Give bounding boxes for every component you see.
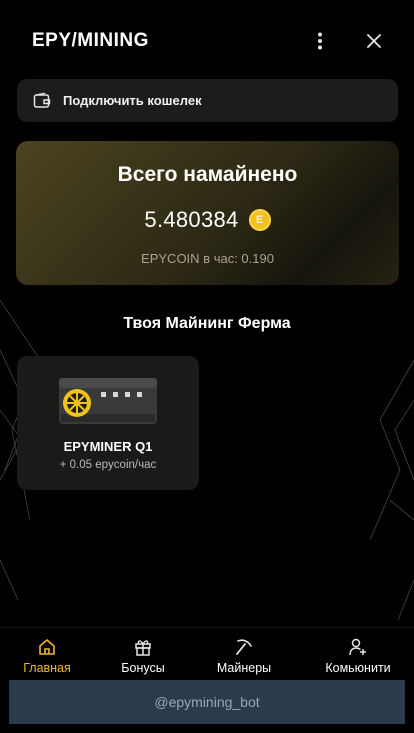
home-icon bbox=[37, 637, 57, 657]
miner-card[interactable]: EPYMINER Q1 + 0.05 epycoin/час bbox=[17, 356, 199, 490]
close-button[interactable] bbox=[360, 27, 388, 55]
miner-rate: + 0.05 epycoin/час bbox=[59, 459, 157, 471]
miner-name: EPYMINER Q1 bbox=[63, 439, 153, 454]
bot-username: @epymining_bot bbox=[154, 694, 260, 710]
nav-label-miners: Майнеры bbox=[216, 661, 272, 675]
total-mined-card: Всего намайнено 5.480384 E EPYCOIN в час… bbox=[16, 141, 399, 285]
app-header: EPY/MINING bbox=[0, 0, 414, 80]
total-mined-title: Всего намайнено bbox=[117, 163, 298, 186]
wallet-icon bbox=[32, 91, 52, 111]
nav-label-home: Главная bbox=[23, 661, 71, 675]
nav-label-bonuses: Бонусы bbox=[121, 661, 165, 675]
nav-item-home[interactable]: Главная bbox=[12, 628, 82, 681]
hourly-rate-text: EPYCOIN в час: 0.190 bbox=[141, 251, 274, 266]
close-icon bbox=[367, 34, 381, 48]
more-menu-button[interactable] bbox=[306, 27, 334, 55]
total-mined-value: 5.480384 bbox=[144, 207, 239, 232]
connect-wallet-button[interactable]: Подключить кошелек bbox=[17, 79, 398, 122]
epycoin-icon: E bbox=[248, 209, 271, 231]
connect-wallet-label: Подключить кошелек bbox=[63, 93, 202, 108]
bot-username-bar[interactable]: @epymining_bot bbox=[9, 680, 405, 724]
mining-farm-title: Твоя Майнинг Ферма bbox=[123, 315, 291, 332]
nav-item-community[interactable]: Комьюнити bbox=[320, 628, 396, 681]
asic-miner-image bbox=[59, 378, 157, 424]
bottom-navigation: Главная Бонусы Майнеры Комьюнити bbox=[0, 627, 414, 680]
pickaxe-icon bbox=[234, 637, 254, 657]
nav-label-community: Комьюнити bbox=[325, 661, 391, 675]
user-plus-icon bbox=[348, 637, 368, 657]
nav-item-miners[interactable]: Майнеры bbox=[208, 628, 280, 681]
more-vertical-icon bbox=[318, 32, 322, 50]
gift-icon bbox=[133, 637, 153, 657]
total-mined-value-row: 5.480384 E bbox=[16, 207, 399, 233]
nav-item-bonuses[interactable]: Бонусы bbox=[108, 628, 178, 681]
app-title: EPY/MINING bbox=[32, 30, 149, 51]
